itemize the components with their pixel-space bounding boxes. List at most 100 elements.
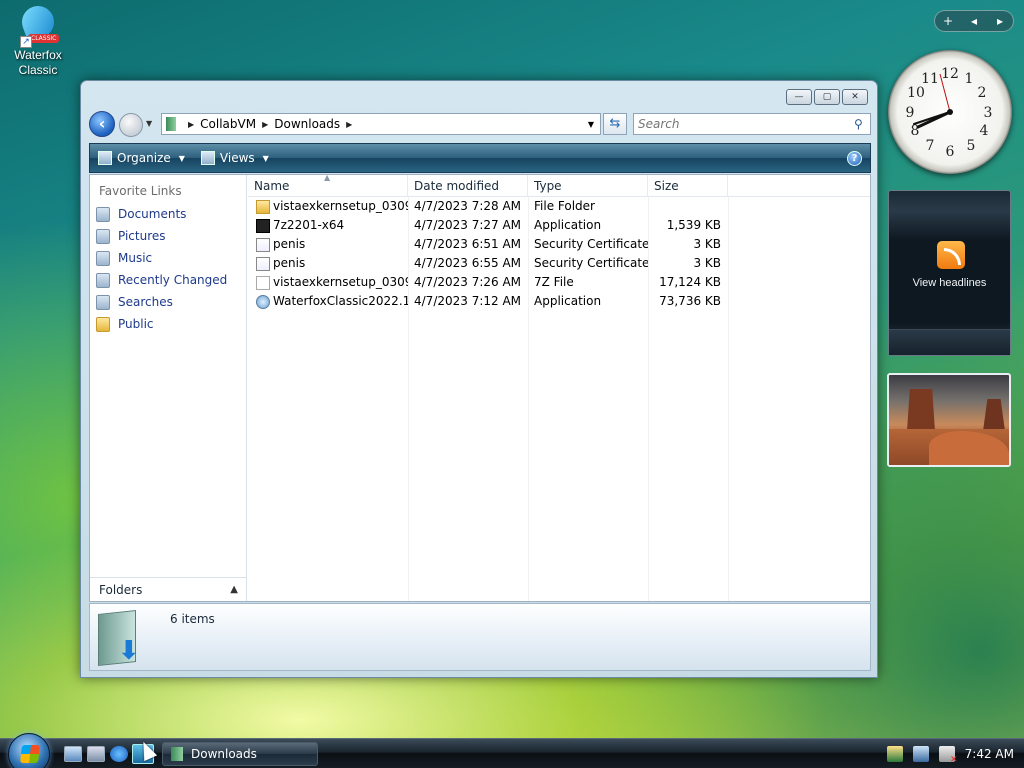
views-label: Views: [219, 151, 255, 165]
file-row[interactable]: vistaexkernsetup_0309... 4/7/2023 7:26 A…: [248, 273, 870, 292]
search-input[interactable]: [634, 117, 854, 131]
file-date: 4/7/2023 7:26 AM: [414, 275, 522, 289]
breadcrumb-collabvm[interactable]: CollabVM: [200, 117, 256, 131]
file-name: vistaexkernsetup_0309...: [273, 199, 408, 213]
file-size: 1,539 KB: [666, 218, 721, 232]
file-row[interactable]: WaterfoxClassic2022.11 4/7/2023 7:12 AM …: [248, 292, 870, 311]
file-icon: [256, 275, 270, 290]
folders-toggle[interactable]: Folders ▲: [90, 577, 246, 601]
file-row[interactable]: penis 4/7/2023 6:55 AM Security Certific…: [248, 254, 870, 273]
minute-hand: [913, 111, 951, 125]
nav-link-public[interactable]: Public: [90, 313, 246, 335]
desktop-icon-label-line1: Waterfox: [14, 48, 62, 62]
file-date: 4/7/2023 7:27 AM: [414, 218, 522, 232]
clock-numeral-1: 1: [965, 71, 974, 87]
start-button[interactable]: [8, 733, 50, 768]
add-gadget-button[interactable]: +: [935, 14, 961, 28]
explorer-folder-icon: [171, 747, 183, 761]
clock-numeral-11: 11: [921, 71, 939, 87]
clock-numeral-6: 6: [946, 144, 955, 160]
installer-icon: [256, 294, 270, 309]
column-header-name[interactable]: ▲ Name: [248, 173, 408, 197]
file-row[interactable]: vistaexkernsetup_0309... 4/7/2023 7:28 A…: [248, 197, 870, 216]
sidebar-controls: + ◂ ▸: [934, 10, 1014, 32]
address-dropdown-icon[interactable]: ▼: [588, 120, 594, 129]
taskbar-button-label: Downloads: [191, 747, 257, 761]
clock-numeral-7: 7: [926, 138, 935, 154]
desktop-icon-waterfox-classic[interactable]: CLASSIC ↗ Waterfox Classic: [6, 1, 70, 78]
file-type: Application: [534, 218, 602, 232]
view-headlines-label[interactable]: View headlines: [889, 277, 1010, 289]
nav-link-label: Documents: [118, 207, 187, 221]
switch-windows-icon[interactable]: [87, 746, 105, 762]
file-size: 3 KB: [693, 237, 721, 251]
file-row[interactable]: 7z2201-x64 4/7/2023 7:27 AM Application …: [248, 216, 870, 235]
nav-link-label: Recently Changed: [118, 273, 228, 287]
nav-link-music[interactable]: Music: [90, 247, 246, 269]
nav-link-searches[interactable]: Searches: [90, 291, 246, 313]
chevron-right-icon[interactable]: ▶: [346, 120, 352, 129]
column-headers: ▲ Name Date modified Type Size: [248, 173, 870, 197]
back-button[interactable]: ‹: [89, 111, 115, 137]
clock-gadget[interactable]: 12 1 2 3 4 5 6 7 8 9 10 11: [888, 50, 1012, 174]
organize-button[interactable]: Organize ▼: [90, 151, 193, 165]
search-icon[interactable]: ⚲: [854, 117, 870, 131]
tray-app-icon[interactable]: [886, 746, 903, 762]
maximize-button[interactable]: ▢: [814, 89, 840, 105]
clock-numeral-5: 5: [967, 138, 976, 154]
help-button[interactable]: ?: [847, 150, 862, 166]
file-size: 17,124 KB: [659, 275, 721, 289]
volume-muted-icon[interactable]: [938, 746, 958, 765]
close-button[interactable]: ✕: [842, 89, 868, 105]
search-box[interactable]: ⚲: [633, 113, 871, 135]
recent-pages-dropdown[interactable]: ▼: [146, 119, 152, 128]
show-desktop-icon[interactable]: [64, 746, 82, 762]
explorer-window: — ▢ ✕ ‹ ▼ ▶ CollabVM ▶ Downloads ▶ ▼ ⇆ ⚲…: [80, 80, 878, 678]
nav-link-recently-changed[interactable]: Recently Changed: [90, 269, 246, 291]
taskbar-button-downloads[interactable]: Downloads: [162, 742, 318, 766]
7zip-app-icon: [256, 218, 270, 233]
file-type: Security Certificate: [534, 256, 648, 270]
nav-link-label: Searches: [118, 295, 173, 309]
minimize-button[interactable]: —: [786, 89, 812, 105]
waterfox-badge: CLASSIC: [28, 34, 60, 43]
folder-icon: [256, 199, 270, 214]
clock-numeral-9: 9: [906, 105, 915, 121]
views-icon: [200, 151, 215, 165]
address-bar[interactable]: ▶ CollabVM ▶ Downloads ▶ ▼: [161, 113, 601, 135]
views-button[interactable]: Views ▼: [193, 151, 277, 165]
chevron-right-icon[interactable]: ▶: [262, 120, 268, 129]
notification-area: 7:42 AM: [886, 739, 1024, 768]
feed-headlines-gadget[interactable]: View headlines: [888, 190, 1011, 356]
file-name: penis: [273, 256, 306, 270]
clock-time[interactable]: 7:42 AM: [965, 747, 1014, 761]
gadget-footer: [889, 329, 1010, 355]
nav-link-documents[interactable]: Documents: [90, 203, 246, 225]
command-bar: Organize ▼ Views ▼ ?: [89, 143, 871, 173]
photo-butte: [907, 389, 935, 431]
documents-icon: [96, 206, 110, 222]
breadcrumb-downloads[interactable]: Downloads: [274, 117, 340, 131]
certificate-icon: [256, 256, 270, 271]
organize-icon: [98, 151, 112, 165]
column-header-date-modified[interactable]: Date modified: [408, 175, 528, 197]
chevron-right-icon[interactable]: ▶: [188, 120, 194, 129]
column-header-size[interactable]: Size: [648, 175, 728, 197]
previous-page-button[interactable]: ◂: [961, 14, 987, 28]
next-page-button[interactable]: ▸: [987, 14, 1013, 28]
slideshow-gadget[interactable]: [887, 373, 1011, 467]
file-type: File Folder: [534, 199, 595, 213]
shortcut-arrow-icon: ↗: [20, 36, 32, 48]
chevron-up-icon: ▲: [230, 584, 238, 595]
file-date: 4/7/2023 6:51 AM: [414, 237, 522, 251]
file-type: Security Certificate: [534, 237, 648, 251]
internet-explorer-icon[interactable]: [110, 746, 128, 762]
network-icon[interactable]: [912, 746, 929, 762]
refresh-button[interactable]: ⇆: [603, 113, 627, 135]
nav-link-pictures[interactable]: Pictures: [90, 225, 246, 247]
photo-butte: [983, 399, 1005, 431]
forward-button[interactable]: [119, 113, 143, 137]
column-header-type[interactable]: Type: [528, 175, 648, 197]
file-row[interactable]: penis 4/7/2023 6:51 AM Security Certific…: [248, 235, 870, 254]
details-pane: ⬇ 6 items: [89, 603, 871, 671]
